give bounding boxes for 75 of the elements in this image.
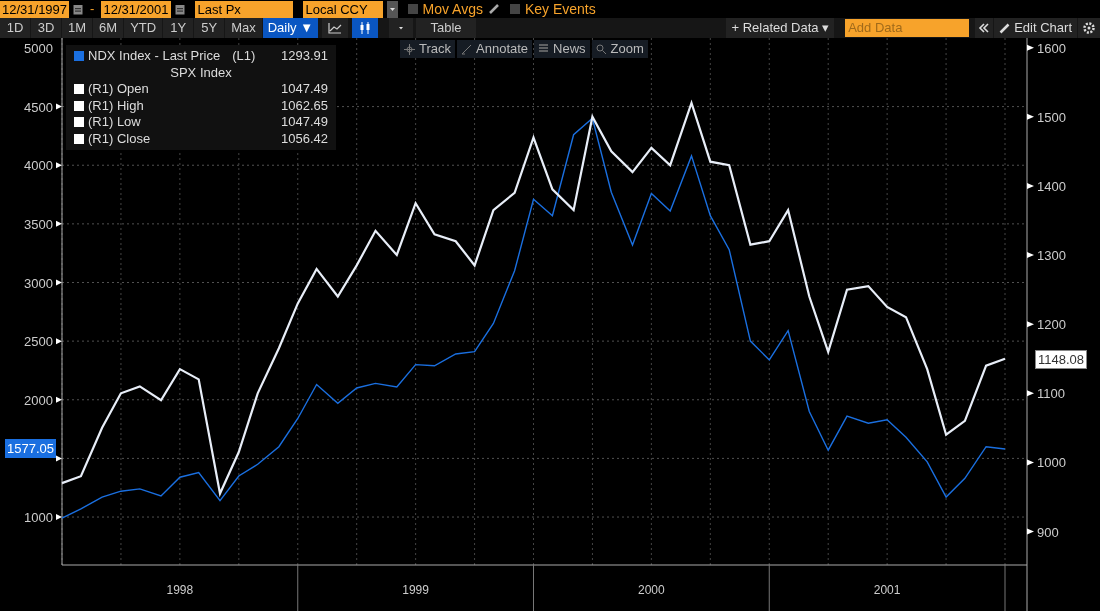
axis-label: 2000	[638, 583, 665, 597]
period-tab[interactable]: YTD	[124, 18, 163, 38]
checkbox[interactable]	[509, 4, 520, 14]
toggle-label: Key Events	[524, 0, 596, 19]
period-tab[interactable]: 5Y	[194, 18, 225, 38]
axis-label: 2001	[873, 583, 901, 597]
axis-label: 1200	[1037, 317, 1066, 333]
legend-label: (R1) Open	[88, 81, 149, 98]
candlestick-icon	[359, 21, 372, 35]
calendar-icon[interactable]	[174, 3, 185, 15]
axis-label: 2500	[24, 334, 53, 350]
crosshair-icon	[404, 43, 415, 55]
axis-label: 1000	[24, 510, 53, 526]
period-tab[interactable]: 1Y	[163, 18, 194, 38]
axis-label: 1999	[402, 583, 429, 597]
axis-label: 1100	[1037, 386, 1065, 402]
edit-chart-button[interactable]: Edit Chart	[994, 18, 1077, 38]
period-tab[interactable]: Max	[225, 18, 262, 38]
axis-label: 1400	[1037, 178, 1066, 194]
chart-tool-button[interactable]: Annotate	[457, 40, 533, 58]
range-separator: -	[89, 0, 96, 19]
chart-type-button[interactable]	[352, 18, 379, 38]
axis-label: 1500	[1037, 109, 1066, 125]
legend-value: 1062.65	[281, 97, 328, 114]
legend-group-title: SPX Index	[169, 64, 233, 81]
axis-label: 5000	[24, 40, 53, 56]
axis-label: 900	[1037, 524, 1059, 540]
legend-value: 1056.42	[281, 130, 328, 147]
end-date-field[interactable]: 12/31/2001	[101, 0, 171, 18]
add-data-field[interactable]: Add Data	[845, 19, 970, 37]
line-chart-icon	[328, 22, 343, 34]
legend-value: 1047.49	[281, 81, 328, 98]
period-tab[interactable]: 6M	[93, 18, 124, 38]
legend-axis: (L1)	[232, 48, 256, 65]
dropdown-caret-icon[interactable]	[386, 0, 398, 18]
period-tab[interactable]: 1M	[62, 18, 93, 38]
axis-label: 1000	[1037, 455, 1066, 471]
period-tab[interactable]: 1D	[0, 18, 30, 38]
chart-tool-button[interactable]: Zoom	[591, 40, 648, 58]
legend-label: (R1) Low	[88, 114, 141, 131]
axis-label: 1300	[1037, 248, 1066, 264]
legend-label: NDX Index - Last Price	[88, 48, 221, 65]
search-icon	[595, 43, 607, 55]
legend-value: 1293.91	[281, 48, 328, 65]
chart-tool-button[interactable]: Track	[400, 40, 456, 58]
period-tab[interactable]: 3D	[31, 18, 61, 38]
axis-label: 1600	[1037, 40, 1066, 56]
currency-dropdown[interactable]: Local CCY	[302, 0, 383, 18]
legend-label: (R1) High	[88, 97, 144, 114]
axis-label: 4000	[24, 158, 53, 174]
axis-label: 3000	[24, 275, 53, 291]
axis-label: 1998	[166, 583, 194, 597]
axis-label: 2000	[24, 392, 53, 408]
toggle-label: Mov Avgs	[422, 0, 483, 19]
legend-value: 1047.49	[281, 114, 328, 131]
table-button[interactable]: Table	[416, 18, 477, 38]
checkbox[interactable]	[407, 4, 418, 14]
chart-tool-button[interactable]: News	[534, 40, 590, 58]
legend-label: (R1) Close	[88, 130, 151, 147]
pencil-icon	[461, 43, 473, 55]
axis-label: 4500	[24, 99, 53, 115]
last-value-badge: 1577.05	[5, 439, 56, 458]
pencil-icon	[999, 22, 1011, 34]
chart-type-button[interactable]	[322, 18, 349, 38]
news-icon	[538, 44, 550, 54]
calendar-icon[interactable]	[73, 3, 84, 15]
pencil-icon[interactable]	[487, 3, 500, 15]
related-data-button[interactable]: + Related Data ▾	[726, 18, 835, 38]
axis-label: 3500	[24, 216, 53, 232]
frequency-dropdown[interactable]: Daily ▼	[262, 18, 319, 38]
settings-icon[interactable]	[1078, 18, 1100, 38]
price-field-dropdown[interactable]: Last Px	[194, 0, 293, 18]
collapse-icon[interactable]	[975, 18, 994, 38]
start-date-field[interactable]: 12/31/1997	[0, 0, 70, 18]
last-value-badge: 1148.08	[1035, 350, 1088, 369]
